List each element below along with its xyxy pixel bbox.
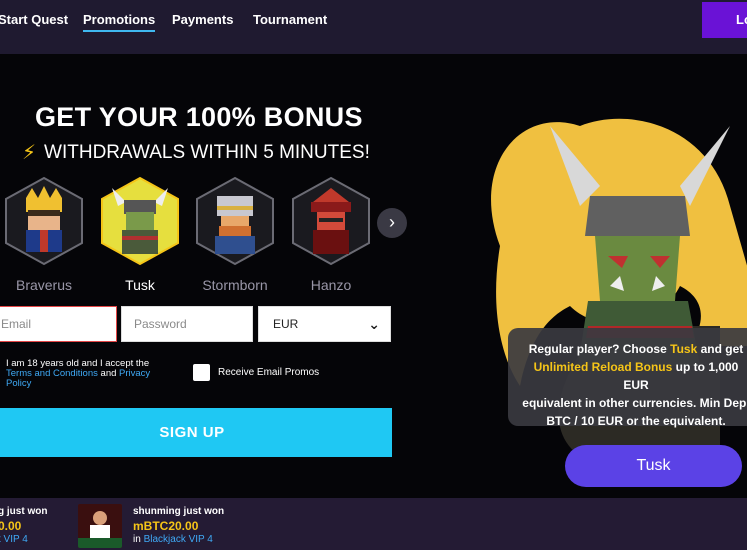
nav-start-quest[interactable]: Start Quest	[0, 12, 68, 27]
character-label: Braverus	[15, 277, 73, 293]
blackjack-thumbnail[interactable]	[78, 504, 122, 548]
winner-game-link[interactable]: Blackjack VIP 4	[144, 534, 213, 545]
winners-ticker: g just won 0.00 t VIP 4 shunming just wo…	[0, 498, 747, 550]
carousel-next-button[interactable]: ›	[377, 208, 407, 238]
stormborn-avatar-icon	[196, 176, 274, 266]
nav-promotions[interactable]: Promotions	[83, 12, 156, 32]
blackjack-game-icon	[78, 504, 122, 548]
promo-tooltip: Regular player? Choose Tusk and get Unli…	[508, 328, 747, 428]
bonus-headline: GET YOUR 100% BONUS	[35, 102, 363, 132]
terms-text: I am 18 years old and I accept the Terms…	[6, 358, 151, 389]
winner-amount: mBTC20.00	[133, 519, 199, 533]
character-label: Tusk	[125, 277, 155, 293]
hero-section: GET YOUR 100% BONUS ⚡ WITHDRAWALS WITHIN…	[0, 54, 747, 498]
winner-game: t VIP 4	[0, 534, 28, 545]
braverus-avatar-icon	[5, 176, 83, 266]
lightning-icon: ⚡	[22, 142, 37, 164]
email-promos-label: Receive Email Promos	[218, 367, 320, 378]
nav-payments[interactable]: Payments	[172, 12, 233, 27]
winner-name: g just won	[0, 506, 48, 517]
currency-value: EUR	[273, 317, 299, 331]
signup-button[interactable]: SIGN UP	[0, 408, 392, 457]
currency-select[interactable]: EUR ⌄	[258, 306, 391, 342]
tusk-select-button[interactable]: Tusk	[565, 445, 742, 487]
email-field[interactable]: Email	[0, 306, 117, 342]
character-label: Stormborn	[202, 277, 268, 293]
character-tusk[interactable]: Tusk	[98, 176, 182, 293]
login-button[interactable]: Lo	[702, 2, 747, 38]
character-label: Hanzo	[310, 277, 352, 293]
top-nav: Start Quest Promotions Payments Tourname…	[0, 0, 747, 54]
character-stormborn[interactable]: Stormborn	[193, 176, 277, 293]
password-field[interactable]: Password	[121, 306, 253, 342]
subline-text: WITHDRAWALS WITHIN 5 MINUTES!	[44, 141, 370, 163]
chevron-down-icon: ⌄	[368, 315, 380, 332]
bonus-subline: ⚡ WITHDRAWALS WITHIN 5 MINUTES!	[22, 140, 370, 165]
email-promos-checkbox[interactable]	[193, 364, 210, 381]
character-braverus[interactable]: Braverus	[2, 176, 86, 293]
winner-name: shunming just won	[133, 506, 225, 517]
hanzo-avatar-icon	[292, 176, 370, 266]
nav-tournament[interactable]: Tournament	[253, 12, 327, 27]
tusk-avatar-icon	[101, 176, 179, 266]
character-hanzo[interactable]: Hanzo	[289, 176, 373, 293]
winner-amount: 0.00	[0, 519, 22, 533]
winner-game: in Blackjack VIP 4	[133, 534, 213, 545]
chevron-right-icon: ›	[389, 212, 395, 232]
